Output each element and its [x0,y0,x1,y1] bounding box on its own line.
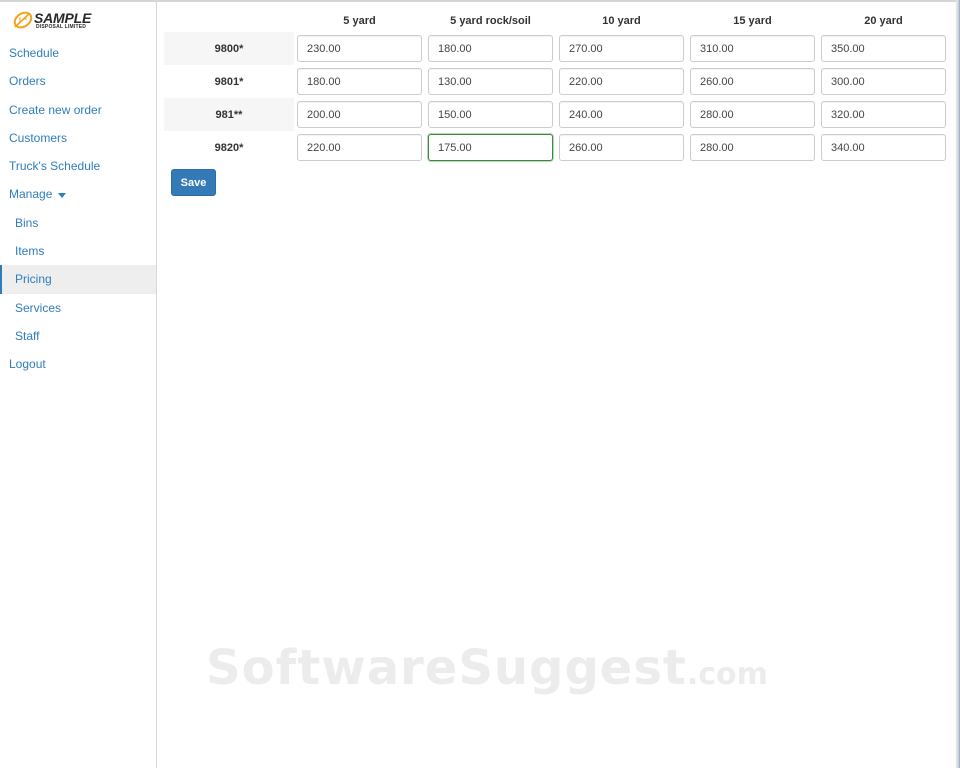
sidebar-item-pricing[interactable]: Pricing [0,265,156,294]
price-input[interactable] [821,101,946,128]
table-row: 9820* [164,131,949,164]
column-header: 5 yard rock/soil [450,15,531,27]
sidebar-nav: Schedule Orders Create new order Custome… [0,39,156,379]
row-label: 981** [164,98,294,131]
sidebar-item-schedule[interactable]: Schedule [0,39,156,67]
table-row: 981** [164,98,949,131]
sidebar-item-customers[interactable]: Customers [0,124,156,152]
sidebar-item-label: Staff [15,328,40,343]
window-right-edge [956,0,960,768]
table-header-row: 5 yard 5 yard rock/soil 10 yard 15 yard … [164,10,949,32]
watermark-suffix: .com [686,657,768,692]
column-header: 10 yard [602,15,641,27]
price-input[interactable] [297,68,422,95]
price-input[interactable] [428,101,553,128]
sidebar-item-label: Orders [9,74,46,89]
leaf-icon [13,11,33,29]
price-input[interactable] [690,68,815,95]
price-input[interactable] [821,35,946,62]
sidebar-item-label: Services [15,300,62,315]
column-header: 15 yard [733,15,772,27]
row-label: 9800* [164,32,294,65]
sidebar-item-label: Customers [9,130,68,145]
sidebar-item-items[interactable]: Items [0,237,156,265]
price-input[interactable] [297,101,422,128]
sidebar-item-bins[interactable]: Bins [0,209,156,237]
price-input[interactable] [297,35,422,62]
sidebar-item-label: Truck's Schedule [9,159,101,174]
sidebar-item-label: Manage [9,187,53,202]
sidebar-item-manage[interactable]: Manage [0,180,156,208]
price-input[interactable] [559,101,684,128]
price-input[interactable] [559,35,684,62]
sidebar-item-label: Logout [9,357,46,372]
sidebar-item-create-new-order[interactable]: Create new order [0,96,156,124]
sidebar: SAMPLE DISPOSAL LIMITED Schedule Orders … [0,2,157,768]
price-input[interactable] [428,68,553,95]
price-input[interactable] [690,134,815,161]
sidebar-item-staff[interactable]: Staff [0,322,156,350]
sidebar-item-label: Items [15,244,45,259]
price-input[interactable] [428,35,553,62]
watermark: SoftwareSuggest.com [206,640,768,696]
column-header: 5 yard [343,15,376,27]
sidebar-item-orders[interactable]: Orders [0,67,156,95]
save-button[interactable]: Save [171,169,216,196]
sidebar-item-label: Pricing [15,272,52,287]
sidebar-item-label: Schedule [9,46,60,60]
column-header: 20 yard [864,15,903,27]
price-input[interactable] [690,35,815,62]
price-input[interactable] [559,68,684,95]
sidebar-item-logout[interactable]: Logout [0,350,156,378]
company-logo[interactable]: SAMPLE DISPOSAL LIMITED [12,10,92,34]
price-input[interactable] [297,134,422,161]
sidebar-item-label: Bins [15,215,39,230]
price-input[interactable] [821,68,946,95]
sidebar-item-services[interactable]: Services [0,294,156,322]
table-row: 9800* [164,32,949,65]
caret-down-icon [58,192,67,198]
app-window: SAMPLE DISPOSAL LIMITED Schedule Orders … [0,0,960,768]
watermark-text: SoftwareSuggest [206,640,687,696]
row-label: 9820* [214,141,244,154]
sidebar-item-label: Create new order [9,102,102,117]
price-input[interactable] [559,134,684,161]
price-input[interactable] [690,101,815,128]
column-header-bin [164,10,294,32]
pricing-table: 5 yard 5 yard rock/soil 10 yard 15 yard … [164,10,949,164]
logo-subtitle: DISPOSAL LIMITED [36,24,87,30]
price-input[interactable] [821,134,946,161]
price-input-focused[interactable] [428,134,553,161]
row-label: 9801* [214,75,244,88]
sidebar-item-trucks-schedule[interactable]: Truck's Schedule [0,152,156,180]
table-row: 9801* [164,65,949,98]
